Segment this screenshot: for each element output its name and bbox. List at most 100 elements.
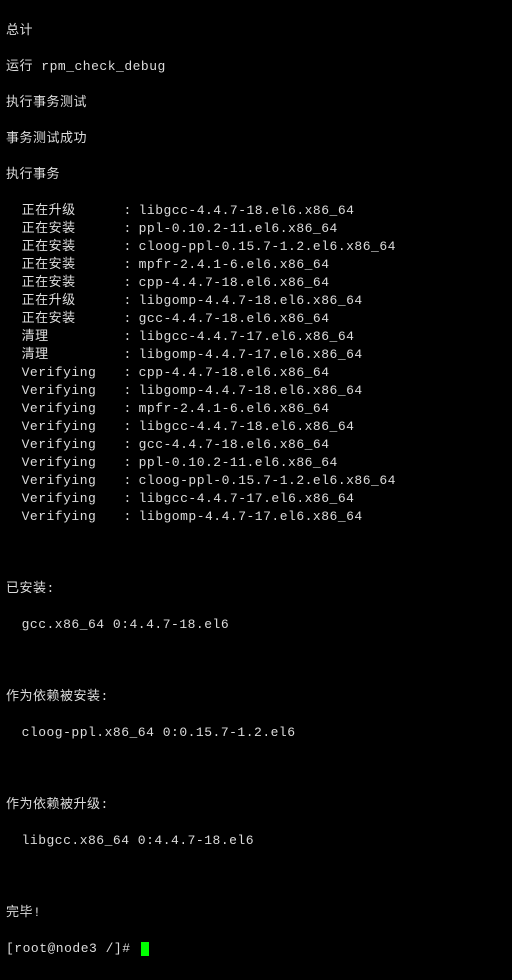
transaction-row: 正在升级 : libgcc-4.4.7-18.el6.x86_64 bbox=[6, 202, 506, 220]
transaction-list: 正在升级 : libgcc-4.4.7-18.el6.x86_64正在安装 : … bbox=[6, 202, 506, 526]
transaction-sep: : bbox=[115, 346, 138, 364]
indent bbox=[6, 490, 22, 508]
transaction-sep: : bbox=[115, 220, 138, 238]
transaction-row: Verifying : ppl-0.10.2-11.el6.x86_64 bbox=[6, 454, 506, 472]
transaction-action: Verifying bbox=[22, 400, 116, 418]
terminal-output: 总计 运行 rpm_check_debug 执行事务测试 事务测试成功 执行事务… bbox=[0, 0, 512, 980]
dep-upgraded-item: libgcc.x86_64 0:4.4.7-18.el6 bbox=[6, 832, 506, 850]
transaction-row: 正在安装 : mpfr-2.4.1-6.el6.x86_64 bbox=[6, 256, 506, 274]
indent bbox=[6, 274, 22, 292]
line-exec-test: 执行事务测试 bbox=[6, 94, 506, 112]
indent bbox=[6, 436, 22, 454]
transaction-action: Verifying bbox=[22, 490, 116, 508]
prompt-line[interactable]: [root@node3 /]# bbox=[6, 940, 506, 958]
transaction-action: Verifying bbox=[22, 418, 116, 436]
indent bbox=[6, 508, 22, 526]
transaction-action: Verifying bbox=[22, 364, 116, 382]
line-exec-trans: 执行事务 bbox=[6, 166, 506, 184]
transaction-package: ppl-0.10.2-11.el6.x86_64 bbox=[139, 454, 338, 472]
indent bbox=[6, 364, 22, 382]
dep-upgraded-header: 作为依赖被升级: bbox=[6, 796, 506, 814]
transaction-package: ppl-0.10.2-11.el6.x86_64 bbox=[139, 220, 338, 238]
transaction-sep: : bbox=[115, 418, 138, 436]
indent bbox=[6, 346, 22, 364]
transaction-sep: : bbox=[115, 508, 138, 526]
transaction-action: 清理 bbox=[22, 346, 116, 364]
line-test-ok: 事务测试成功 bbox=[6, 130, 506, 148]
transaction-package: libgomp-4.4.7-17.el6.x86_64 bbox=[139, 346, 363, 364]
transaction-package: cloog-ppl-0.15.7-1.2.el6.x86_64 bbox=[139, 472, 396, 490]
transaction-package: mpfr-2.4.1-6.el6.x86_64 bbox=[139, 256, 330, 274]
transaction-row: Verifying : libgomp-4.4.7-17.el6.x86_64 bbox=[6, 508, 506, 526]
transaction-action: 正在安装 bbox=[22, 238, 116, 256]
indent bbox=[6, 310, 22, 328]
transaction-package: libgomp-4.4.7-17.el6.x86_64 bbox=[139, 508, 363, 526]
installed-item-text: gcc.x86_64 0:4.4.7-18.el6 bbox=[22, 617, 230, 632]
transaction-package: libgomp-4.4.7-18.el6.x86_64 bbox=[139, 382, 363, 400]
transaction-sep: : bbox=[115, 436, 138, 454]
indent bbox=[6, 202, 22, 220]
transaction-row: 清理 : libgcc-4.4.7-17.el6.x86_64 bbox=[6, 328, 506, 346]
transaction-row: Verifying : cloog-ppl-0.15.7-1.2.el6.x86… bbox=[6, 472, 506, 490]
cursor-icon bbox=[141, 942, 149, 956]
prompt-text: [root@node3 /]# bbox=[6, 940, 139, 958]
transaction-package: mpfr-2.4.1-6.el6.x86_64 bbox=[139, 400, 330, 418]
line-total: 总计 bbox=[6, 22, 506, 40]
transaction-sep: : bbox=[115, 202, 138, 220]
transaction-row: Verifying : libgcc-4.4.7-17.el6.x86_64 bbox=[6, 490, 506, 508]
transaction-row: Verifying : cpp-4.4.7-18.el6.x86_64 bbox=[6, 364, 506, 382]
transaction-sep: : bbox=[115, 256, 138, 274]
transaction-sep: : bbox=[115, 454, 138, 472]
transaction-action: 正在安装 bbox=[22, 220, 116, 238]
transaction-sep: : bbox=[115, 364, 138, 382]
transaction-row: Verifying : libgomp-4.4.7-18.el6.x86_64 bbox=[6, 382, 506, 400]
dep-installed-header: 作为依赖被安装: bbox=[6, 688, 506, 706]
transaction-row: 正在安装 : cpp-4.4.7-18.el6.x86_64 bbox=[6, 274, 506, 292]
transaction-row: 清理 : libgomp-4.4.7-17.el6.x86_64 bbox=[6, 346, 506, 364]
installed-item: gcc.x86_64 0:4.4.7-18.el6 bbox=[6, 616, 506, 634]
blank-line bbox=[6, 868, 506, 886]
transaction-row: Verifying : mpfr-2.4.1-6.el6.x86_64 bbox=[6, 400, 506, 418]
dep-installed-item-text: cloog-ppl.x86_64 0:0.15.7-1.2.el6 bbox=[22, 725, 296, 740]
indent bbox=[6, 472, 22, 490]
blank-line bbox=[6, 652, 506, 670]
transaction-action: 正在升级 bbox=[22, 292, 116, 310]
transaction-sep: : bbox=[115, 382, 138, 400]
transaction-package: gcc-4.4.7-18.el6.x86_64 bbox=[139, 436, 330, 454]
transaction-package: libgcc-4.4.7-17.el6.x86_64 bbox=[139, 328, 355, 346]
indent bbox=[6, 454, 22, 472]
transaction-package: gcc-4.4.7-18.el6.x86_64 bbox=[139, 310, 330, 328]
transaction-row: 正在安装 : gcc-4.4.7-18.el6.x86_64 bbox=[6, 310, 506, 328]
transaction-sep: : bbox=[115, 472, 138, 490]
transaction-row: 正在升级 : libgomp-4.4.7-18.el6.x86_64 bbox=[6, 292, 506, 310]
transaction-action: 正在安装 bbox=[22, 274, 116, 292]
indent bbox=[6, 382, 22, 400]
transaction-sep: : bbox=[115, 274, 138, 292]
transaction-action: 清理 bbox=[22, 328, 116, 346]
line-run-check: 运行 rpm_check_debug bbox=[6, 58, 506, 76]
indent bbox=[6, 220, 22, 238]
transaction-sep: : bbox=[115, 400, 138, 418]
transaction-action: 正在升级 bbox=[22, 202, 116, 220]
transaction-package: libgcc-4.4.7-17.el6.x86_64 bbox=[139, 490, 355, 508]
installed-header: 已安装: bbox=[6, 580, 506, 598]
transaction-row: 正在安装 : cloog-ppl-0.15.7-1.2.el6.x86_64 bbox=[6, 238, 506, 256]
transaction-row: 正在安装 : ppl-0.10.2-11.el6.x86_64 bbox=[6, 220, 506, 238]
transaction-action: Verifying bbox=[22, 454, 116, 472]
transaction-sep: : bbox=[115, 328, 138, 346]
transaction-row: Verifying : libgcc-4.4.7-18.el6.x86_64 bbox=[6, 418, 506, 436]
transaction-action: 正在安装 bbox=[22, 256, 116, 274]
indent bbox=[6, 400, 22, 418]
indent bbox=[6, 418, 22, 436]
transaction-sep: : bbox=[115, 490, 138, 508]
transaction-package: libgcc-4.4.7-18.el6.x86_64 bbox=[139, 418, 355, 436]
blank-line bbox=[6, 544, 506, 562]
transaction-action: Verifying bbox=[22, 508, 116, 526]
done-line: 完毕! bbox=[6, 904, 506, 922]
transaction-action: 正在安装 bbox=[22, 310, 116, 328]
transaction-sep: : bbox=[115, 238, 138, 256]
indent bbox=[6, 292, 22, 310]
transaction-sep: : bbox=[115, 310, 138, 328]
transaction-action: Verifying bbox=[22, 382, 116, 400]
dep-installed-item: cloog-ppl.x86_64 0:0.15.7-1.2.el6 bbox=[6, 724, 506, 742]
